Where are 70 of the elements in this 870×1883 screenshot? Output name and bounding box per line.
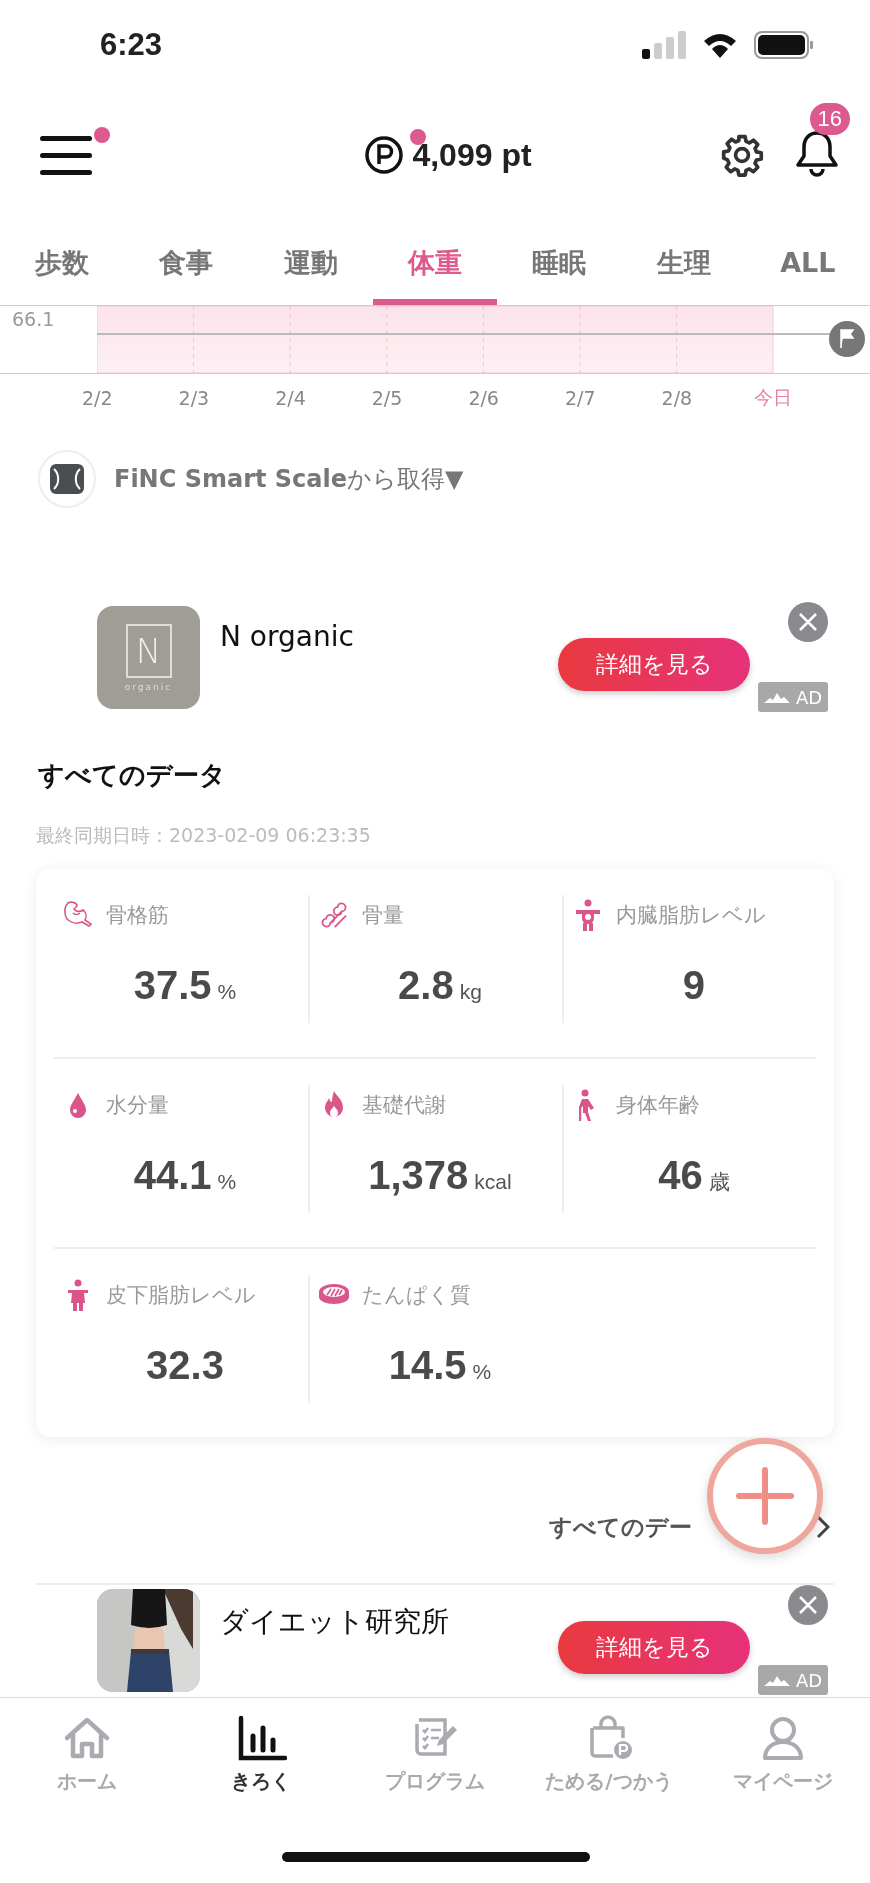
all-data-link[interactable]: すべてのデー	[549, 1511, 692, 1543]
notification-count-badge: 16	[809, 103, 850, 135]
battery-icon	[754, 31, 814, 59]
ad-title: N organic	[219, 619, 355, 655]
metric-value: 14.5	[388, 1343, 467, 1388]
metric-unit: kg	[459, 980, 482, 1004]
nav-tab[interactable]: ためる/つかう	[522, 1698, 696, 1796]
points-balance: 4,099 pt	[412, 136, 532, 174]
metric-label: 基礎代謝	[361, 1092, 446, 1119]
section-title: すべてのデータ	[38, 759, 227, 792]
category-tab[interactable]: 生理	[621, 220, 746, 305]
nav-tab[interactable]: ホーム	[0, 1698, 174, 1796]
brand-logo: N organic	[97, 606, 200, 709]
date-label: 2/2	[81, 387, 114, 409]
close-button[interactable]	[788, 1585, 828, 1625]
notification-bell-icon[interactable]	[794, 129, 840, 177]
wifi-icon	[702, 31, 738, 59]
status-time: 6:23	[100, 27, 163, 63]
chevron-icon[interactable]	[816, 1515, 830, 1539]
metric-label: 骨量	[361, 902, 404, 929]
date-label: 2/5	[370, 387, 404, 409]
category-tab[interactable]: 運動	[248, 220, 373, 305]
date-label: 2/3	[177, 387, 211, 409]
signal-icon	[642, 31, 686, 59]
data-source-selector[interactable]: FiNC Smart Scaleから取得▼	[114, 463, 464, 495]
details-button[interactable]: 詳細を見る	[558, 1620, 750, 1674]
category-tab[interactable]: 歩数	[0, 220, 125, 305]
category-tab[interactable]: 食事	[124, 220, 249, 305]
metric-unit: %	[217, 1170, 237, 1194]
metric-unit: kcal	[474, 1170, 512, 1194]
flag-icon	[828, 320, 866, 358]
ad-title: ダイエット研究所	[219, 1604, 450, 1640]
metric-value: 1,378	[368, 1153, 469, 1198]
category-tab[interactable]: ALL	[745, 220, 870, 305]
metric-label: 骨格筋	[106, 902, 169, 929]
metric-value: 9	[682, 963, 706, 1008]
metric-value: 37.5	[133, 963, 212, 1008]
metric-value: 46	[658, 1153, 703, 1198]
category-tab[interactable]: 睡眠	[497, 220, 622, 305]
nav-tab[interactable]: マイページ	[696, 1698, 870, 1796]
details-button[interactable]: 詳細を見る	[558, 637, 750, 691]
metric-label: 水分量	[106, 1092, 169, 1119]
date-label: 今日	[753, 385, 794, 410]
nav-tab[interactable]: プログラム	[348, 1698, 522, 1796]
metric-label: たんぱく質	[361, 1282, 471, 1309]
metric-unit: %	[472, 1360, 492, 1384]
close-icon[interactable]	[798, 1595, 818, 1615]
close-button[interactable]	[788, 602, 828, 642]
plus-icon[interactable]	[735, 1466, 795, 1526]
settings-icon[interactable]	[720, 133, 764, 177]
date-label: 2/8	[660, 387, 694, 409]
date-label: 2/6	[467, 387, 500, 409]
last-sync-time: 最終同期日時：2023-02-09 06:23:35	[36, 823, 372, 848]
metric-label: 皮下脂肪レベル	[106, 1282, 256, 1309]
metric-value: 32.3	[146, 1343, 224, 1388]
metric-value: 2.8	[398, 963, 454, 1008]
scale-icon	[38, 450, 96, 508]
metric-label: 内臓脂肪レベル	[615, 902, 766, 929]
ad-badge: AD	[758, 682, 828, 712]
close-icon[interactable]	[798, 612, 818, 632]
date-label: 2/4	[274, 387, 307, 409]
nav-tab[interactable]: きろく	[174, 1698, 348, 1796]
metric-label: 身体年齢	[615, 1092, 700, 1119]
axis-label: 66.1	[12, 308, 55, 330]
date-label: 2/7	[563, 387, 597, 409]
metric-unit: 歳	[708, 1169, 730, 1195]
metric-unit: %	[217, 980, 237, 1004]
ad-badge: AD	[758, 1665, 828, 1695]
points-icon	[364, 135, 405, 175]
metric-value: 44.1	[133, 1153, 212, 1198]
